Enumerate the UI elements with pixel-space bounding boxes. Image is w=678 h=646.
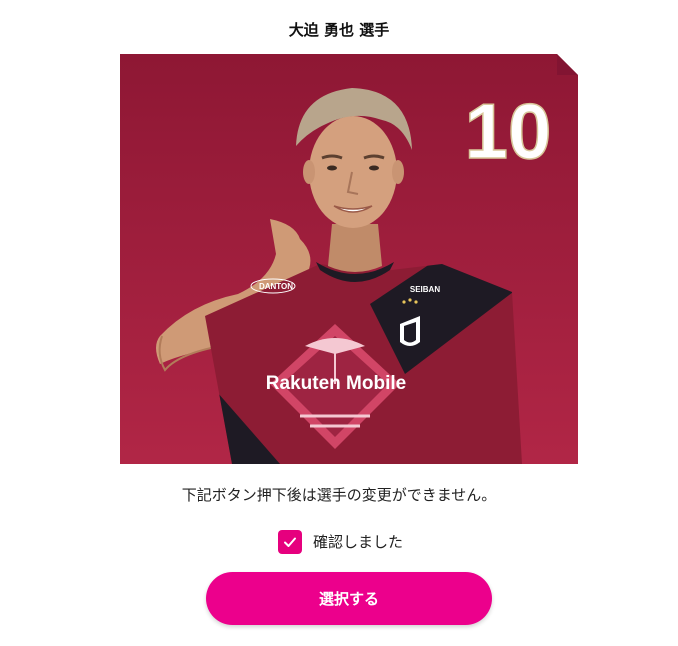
svg-text:10: 10 [465, 87, 552, 175]
svg-text:DANTON: DANTON [259, 282, 293, 291]
confirm-label: 確認しました [313, 533, 404, 551]
change-notice: 下記ボタン押下後は選手の変更ができません。 [181, 486, 497, 504]
check-icon [284, 537, 296, 547]
svg-text:Rakuten Mobile: Rakuten Mobile [266, 373, 406, 394]
confirm-checkbox[interactable] [278, 530, 302, 554]
jersey-number-graphic: 10 [464, 86, 552, 176]
confirm-checkbox-row[interactable]: 確認しました [278, 529, 403, 555]
player-photo: 10 Rakuten Mobile DANTON SEIBAN [120, 54, 578, 464]
player-name-title: 大迫 勇也 選手 [288, 21, 390, 39]
svg-text:SEIBAN: SEIBAN [410, 285, 440, 294]
select-button[interactable]: 選択する [206, 572, 492, 625]
